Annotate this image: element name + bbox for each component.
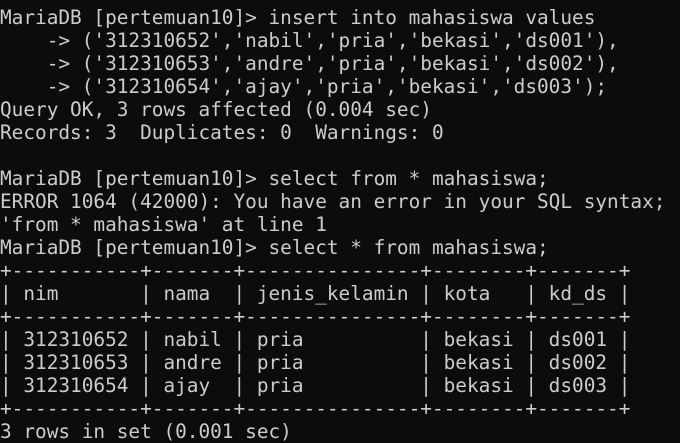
- table-row: | 312310653 | andre | pria | bekasi | ds…: [0, 351, 631, 374]
- table-row: | 312310654 | ajay | pria | bekasi | ds0…: [0, 374, 631, 397]
- table-border: +-----------+-------+---------------+---…: [0, 397, 631, 420]
- continuation-line: -> ('312310654','ajay','pria','bekasi','…: [0, 75, 608, 98]
- error-line: ERROR 1064 (42000): You have an error in…: [0, 190, 666, 213]
- terminal-output: MariaDB [pertemuan10]> insert into mahas…: [0, 6, 665, 443]
- prompt-line-select: MariaDB [pertemuan10]> select * from mah…: [0, 236, 549, 259]
- rows-in-set-line: 3 rows in set (0.001 sec): [0, 420, 292, 443]
- table-border: +-----------+-------+---------------+---…: [0, 305, 631, 328]
- continuation-line: -> ('312310653','andre','pria','bekasi',…: [0, 52, 619, 75]
- terminal-window[interactable]: MariaDB [pertemuan10]> insert into mahas…: [0, 0, 680, 443]
- query-ok-line: Query OK, 3 rows affected (0.004 sec): [0, 98, 432, 121]
- prompt-line-insert: MariaDB [pertemuan10]> insert into mahas…: [0, 6, 596, 29]
- table-header-row: | nim | nama | jenis_kelamin | kota | kd…: [0, 282, 631, 305]
- continuation-line: -> ('312310652','nabil','pria','bekasi',…: [0, 29, 619, 52]
- prompt-line-bad-select: MariaDB [pertemuan10]> select from * mah…: [0, 167, 549, 190]
- records-line: Records: 3 Duplicates: 0 Warnings: 0: [0, 121, 444, 144]
- table-border: +-----------+-------+---------------+---…: [0, 259, 631, 282]
- error-detail-line: 'from * mahasiswa' at line 1: [0, 213, 327, 236]
- table-row: | 312310652 | nabil | pria | bekasi | ds…: [0, 328, 631, 351]
